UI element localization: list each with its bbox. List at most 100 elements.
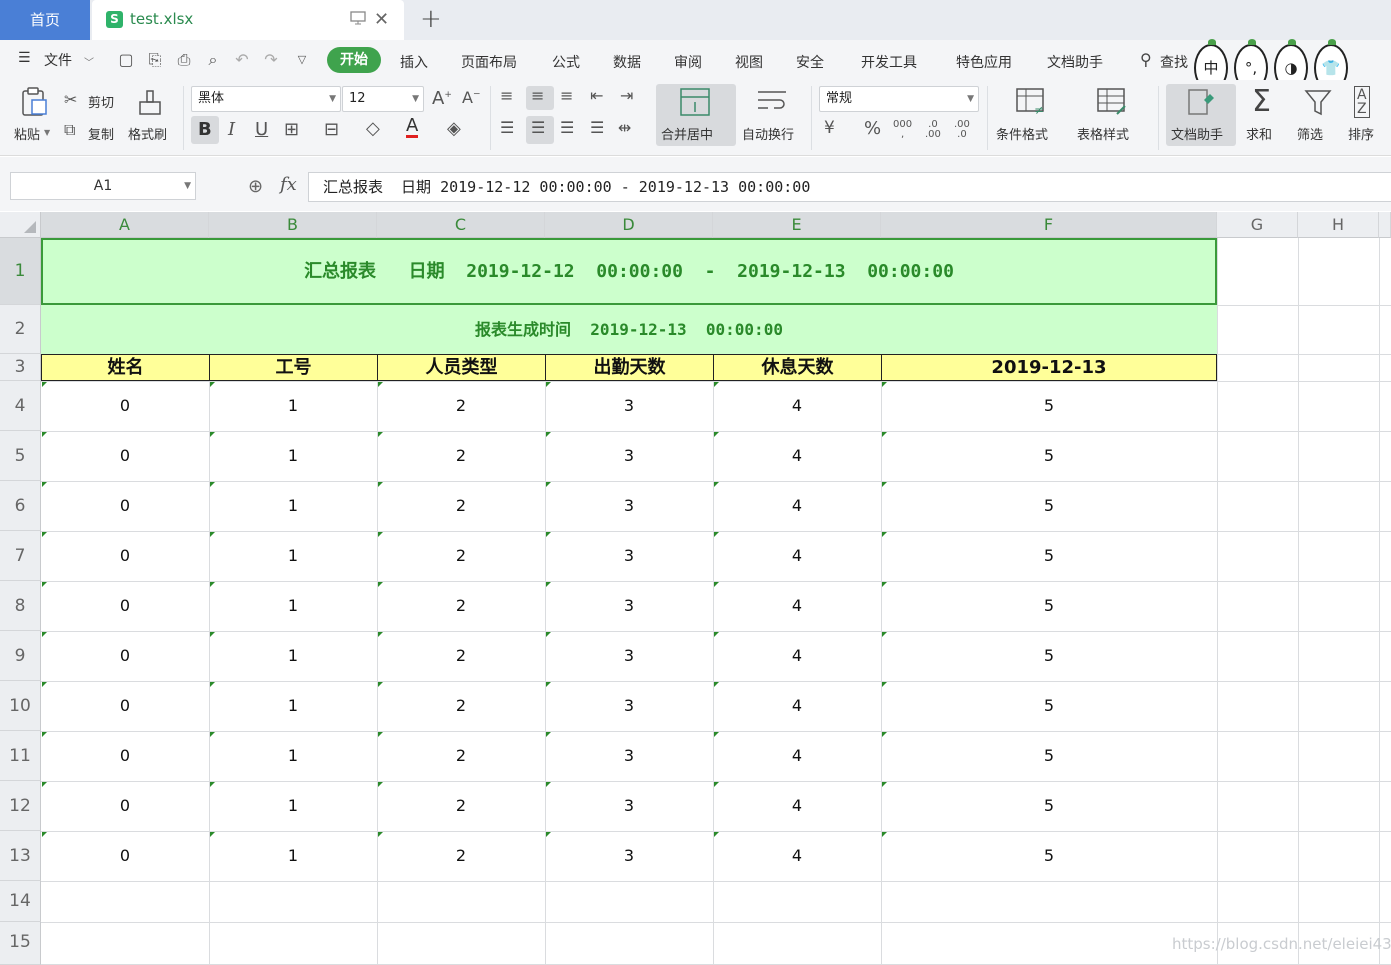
align-center-icon[interactable]: ☰ (531, 118, 545, 137)
row-header-5[interactable]: 5 (0, 431, 41, 481)
sort-button[interactable]: 排序 (1348, 124, 1374, 143)
underline-icon[interactable]: U (255, 119, 268, 140)
data-cell[interactable]: 2 (377, 431, 545, 481)
report-title-cell[interactable]: 汇总报表 日期 2019-12-12 00:00:00 - 2019-12-13… (41, 238, 1217, 305)
number-format-select[interactable]: 常规 ▼ (819, 86, 979, 112)
data-cell[interactable]: 5 (881, 631, 1217, 681)
font-color-icon[interactable]: A (406, 117, 419, 138)
data-cell[interactable]: 0 (41, 531, 209, 581)
percent-icon[interactable]: % (864, 118, 881, 139)
menu-data[interactable]: 数据 (613, 52, 641, 72)
row-header-12[interactable]: 12 (0, 781, 41, 831)
fx-icon[interactable]: fx (280, 174, 297, 195)
data-cell[interactable]: 2 (377, 481, 545, 531)
row-header-14[interactable]: 14 (0, 881, 41, 922)
save-icon[interactable]: ▢ (116, 50, 136, 70)
cut-button[interactable]: 剪切 (88, 92, 114, 111)
data-cell[interactable]: 2 (377, 631, 545, 681)
print-icon[interactable]: ⎙ (174, 50, 194, 70)
redo-icon[interactable]: ↷ (261, 50, 281, 70)
tab-home[interactable]: 首页 (0, 0, 90, 40)
align-top-icon[interactable]: ≡ (500, 86, 513, 105)
name-box[interactable]: A1 ▼ (10, 172, 196, 200)
font-size-select[interactable]: 12 ▼ (342, 86, 424, 112)
format-painter-button[interactable]: 格式刷 (128, 124, 167, 143)
row-header-11[interactable]: 11 (0, 731, 41, 781)
header-cell-type[interactable]: 人员类型 (378, 354, 546, 381)
paste-icon[interactable] (18, 86, 50, 118)
menu-developer[interactable]: 开发工具 (861, 52, 917, 72)
sort-icon[interactable]: AZ (1354, 86, 1370, 118)
data-cell[interactable]: 5 (881, 681, 1217, 731)
column-header-e[interactable]: E (713, 212, 881, 238)
conditional-format-button[interactable]: 条件格式 (996, 124, 1048, 143)
table-style-button[interactable]: 表格样式 (1077, 124, 1129, 143)
align-right-icon[interactable]: ☰ (560, 118, 574, 137)
column-header-a[interactable]: A (41, 212, 209, 238)
align-middle-icon[interactable]: ≡ (531, 86, 544, 105)
data-cell[interactable]: 3 (545, 381, 713, 431)
column-header-b[interactable]: B (209, 212, 377, 238)
data-cell[interactable]: 1 (209, 631, 377, 681)
filter-icon[interactable] (1304, 88, 1332, 118)
header-cell-date[interactable]: 2019-12-13 (882, 354, 1217, 381)
menu-page-layout[interactable]: 页面布局 (461, 52, 517, 72)
align-left-icon[interactable]: ☰ (500, 118, 514, 137)
italic-icon[interactable]: I (228, 119, 235, 140)
data-cell[interactable]: 4 (713, 631, 881, 681)
data-cell[interactable]: 1 (209, 681, 377, 731)
data-cell[interactable]: 1 (209, 531, 377, 581)
indent-increase-icon[interactable]: ⇥ (620, 86, 633, 105)
close-tab-icon[interactable]: ✕ (374, 9, 389, 30)
data-cell[interactable]: 5 (881, 731, 1217, 781)
wrap-text-button[interactable]: 自动换行 (742, 124, 794, 143)
increase-decimal-icon[interactable]: .0.00 (925, 120, 941, 140)
font-name-select[interactable]: 黑体 ▼ (191, 86, 341, 112)
data-cell[interactable]: 0 (41, 831, 209, 881)
data-cell[interactable]: 5 (881, 831, 1217, 881)
menu-file[interactable]: 文件 (44, 50, 72, 70)
copy-icon[interactable]: ⧉ (64, 120, 75, 140)
thousands-icon[interactable]: 000, (893, 120, 912, 140)
report-subtitle-cell[interactable]: 报表生成时间 2019-12-13 00:00:00 (41, 305, 1217, 354)
tab-file[interactable]: S test.xlsx ✕ (92, 0, 404, 40)
filter-button[interactable]: 筛选 (1297, 124, 1323, 143)
decrease-decimal-icon[interactable]: .00.0 (954, 120, 970, 140)
copy-button[interactable]: 复制 (88, 124, 114, 143)
data-cell[interactable]: 5 (881, 481, 1217, 531)
menu-formula[interactable]: 公式 (552, 52, 580, 72)
menu-start[interactable]: 开始 (327, 47, 381, 73)
data-cell[interactable]: 2 (377, 581, 545, 631)
sum-icon[interactable]: Σ (1252, 84, 1271, 119)
menu-security[interactable]: 安全 (796, 52, 824, 72)
header-cell-name[interactable]: 姓名 (41, 354, 210, 381)
merge-center-icon[interactable] (680, 88, 710, 116)
data-cell[interactable]: 5 (881, 381, 1217, 431)
data-cell[interactable]: 4 (713, 581, 881, 631)
data-cell[interactable]: 4 (713, 381, 881, 431)
data-cell[interactable]: 4 (713, 681, 881, 731)
data-cell[interactable]: 2 (377, 381, 545, 431)
fill-color-icon[interactable]: ◇ (366, 118, 380, 139)
data-cell[interactable]: 1 (209, 481, 377, 531)
column-header-c[interactable]: C (377, 212, 545, 238)
data-cell[interactable]: 0 (41, 581, 209, 631)
data-cell[interactable]: 1 (209, 431, 377, 481)
print-preview-icon[interactable]: ⌕ (203, 50, 223, 70)
menu-doc-helper[interactable]: 文档助手 (1047, 52, 1103, 72)
data-cell[interactable]: 2 (377, 681, 545, 731)
data-cell[interactable]: 4 (713, 431, 881, 481)
data-cell[interactable]: 3 (545, 781, 713, 831)
monitor-icon[interactable] (350, 11, 366, 25)
data-cell[interactable]: 1 (209, 731, 377, 781)
data-cell[interactable]: 0 (41, 381, 209, 431)
increase-font-icon[interactable]: A+ (432, 88, 452, 109)
paste-button[interactable]: 粘贴 (14, 124, 40, 143)
column-header-f[interactable]: F (881, 212, 1217, 238)
menu-view[interactable]: 视图 (735, 52, 763, 72)
data-cell[interactable]: 0 (41, 631, 209, 681)
row-header-15[interactable]: 15 (0, 922, 41, 965)
data-cell[interactable]: 2 (377, 831, 545, 881)
data-cell[interactable]: 3 (545, 631, 713, 681)
table-style-icon[interactable] (1097, 88, 1129, 116)
